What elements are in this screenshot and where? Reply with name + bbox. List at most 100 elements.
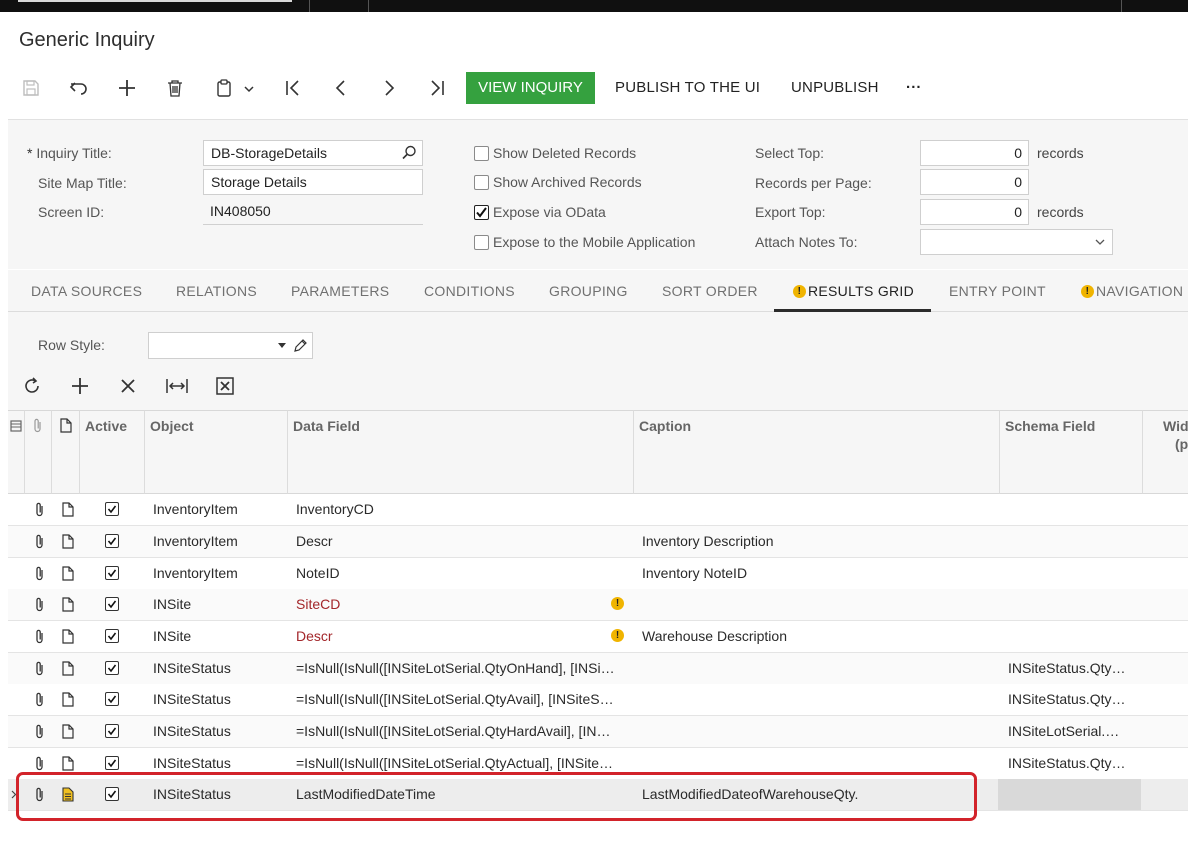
grid-header-object[interactable]: Object bbox=[144, 410, 287, 494]
row-style-select[interactable] bbox=[148, 332, 313, 359]
caption-cell[interactable] bbox=[642, 684, 992, 715]
paperclip-icon[interactable] bbox=[34, 597, 46, 612]
paperclip-icon[interactable] bbox=[34, 661, 46, 676]
expose-mobile-checkbox[interactable] bbox=[474, 235, 489, 250]
schema-field-cell[interactable] bbox=[1008, 621, 1136, 652]
object-cell[interactable]: InventoryItem bbox=[153, 558, 283, 589]
schema-field-cell[interactable] bbox=[1008, 526, 1136, 557]
paperclip-icon[interactable] bbox=[34, 502, 46, 517]
select-top-field[interactable]: 0 bbox=[920, 140, 1029, 166]
tab-data-sources[interactable]: DATA SOURCES bbox=[31, 270, 142, 312]
previous-record-icon[interactable] bbox=[330, 72, 352, 104]
active-checkbox[interactable] bbox=[105, 534, 119, 548]
caption-cell[interactable]: Inventory NoteID bbox=[642, 558, 992, 589]
caption-cell[interactable]: Warehouse Description bbox=[642, 621, 992, 652]
note-icon[interactable] bbox=[62, 756, 74, 771]
grid-header-caption[interactable]: Caption bbox=[633, 410, 999, 494]
tab-results-grid[interactable]: ! RESULTS GRID bbox=[774, 270, 931, 312]
object-cell[interactable]: InventoryItem bbox=[153, 494, 283, 525]
paperclip-icon[interactable] bbox=[34, 692, 46, 707]
table-row[interactable]: InventoryItem InventoryCD bbox=[8, 494, 1188, 526]
add-row-icon[interactable] bbox=[68, 374, 92, 398]
table-row[interactable]: INSiteStatus =IsNull(IsNull([INSiteLotSer… bbox=[8, 653, 1188, 685]
data-field-cell[interactable]: NoteID bbox=[296, 558, 626, 589]
note-icon[interactable] bbox=[62, 692, 74, 707]
show-deleted-checkbox[interactable] bbox=[474, 146, 489, 161]
note-icon[interactable] bbox=[62, 566, 74, 581]
tab-navigation[interactable]: ! NAVIGATION bbox=[1081, 270, 1183, 312]
inquiry-title-field[interactable]: DB-StorageDetails bbox=[203, 140, 423, 166]
data-field-cell[interactable]: InventoryCD bbox=[296, 494, 626, 525]
schema-field-cell[interactable] bbox=[1008, 558, 1136, 589]
first-record-icon[interactable] bbox=[282, 72, 304, 104]
schema-field-cell[interactable] bbox=[1008, 779, 1136, 810]
table-row[interactable]: INSite SiteCD! bbox=[8, 589, 1188, 621]
grid-header-width[interactable]: Widt (p bbox=[1142, 410, 1188, 494]
caption-cell[interactable] bbox=[642, 653, 992, 684]
next-record-icon[interactable] bbox=[378, 72, 400, 104]
note-icon[interactable] bbox=[62, 629, 74, 644]
active-checkbox[interactable] bbox=[105, 566, 119, 580]
note-icon[interactable] bbox=[62, 534, 74, 549]
object-cell[interactable]: INSiteStatus bbox=[153, 653, 283, 684]
more-options-icon[interactable]: ··· bbox=[906, 72, 922, 104]
tab-parameters[interactable]: PARAMETERS bbox=[291, 270, 389, 312]
table-row[interactable]: INSite Descr! Warehouse Description bbox=[8, 621, 1188, 653]
export-top-field[interactable]: 0 bbox=[920, 199, 1029, 225]
object-cell[interactable]: InventoryItem bbox=[153, 526, 283, 557]
paperclip-icon[interactable] bbox=[34, 566, 46, 581]
active-checkbox[interactable] bbox=[105, 724, 119, 738]
tab-relations[interactable]: RELATIONS bbox=[176, 270, 257, 312]
object-cell[interactable]: INSiteStatus bbox=[153, 716, 283, 747]
paperclip-icon[interactable] bbox=[34, 724, 46, 739]
site-map-title-field[interactable]: Storage Details bbox=[203, 169, 423, 195]
schema-field-cell[interactable]: INSiteStatus.Qty… bbox=[1008, 748, 1136, 779]
expose-odata-checkbox[interactable] bbox=[474, 205, 489, 220]
data-field-cell[interactable]: =IsNull(IsNull([INSiteLotSerial.QtyAvail… bbox=[296, 684, 626, 715]
object-cell[interactable]: INSite bbox=[153, 589, 283, 620]
data-field-cell[interactable]: =IsNull(IsNull([INSiteLotSerial.QtyOnHan… bbox=[296, 653, 626, 684]
tab-entry-point[interactable]: ENTRY POINT bbox=[949, 270, 1046, 312]
fit-columns-icon[interactable] bbox=[165, 374, 189, 398]
records-per-page-field[interactable]: 0 bbox=[920, 169, 1029, 195]
active-checkbox[interactable] bbox=[105, 661, 119, 675]
table-row[interactable]: INSiteStatus =IsNull(IsNull([INSiteLotSer… bbox=[8, 684, 1188, 716]
caption-cell[interactable]: Inventory Description bbox=[642, 526, 992, 557]
dropdown-arrow-icon[interactable] bbox=[278, 343, 286, 349]
attach-notes-select[interactable] bbox=[920, 229, 1113, 255]
refresh-icon[interactable] bbox=[20, 374, 44, 398]
schema-field-cell[interactable] bbox=[1008, 494, 1136, 525]
caption-cell[interactable] bbox=[642, 494, 992, 525]
paperclip-icon[interactable] bbox=[34, 534, 46, 549]
paperclip-icon[interactable] bbox=[34, 756, 46, 771]
schema-field-cell[interactable]: INSiteStatus.Qty… bbox=[1008, 684, 1136, 715]
add-icon[interactable] bbox=[116, 72, 138, 104]
active-checkbox[interactable] bbox=[105, 629, 119, 643]
publish-to-ui-button[interactable]: PUBLISH TO THE UI bbox=[615, 72, 760, 104]
save-icon[interactable] bbox=[20, 72, 42, 104]
global-search-input[interactable] bbox=[18, 0, 292, 2]
view-inquiry-button[interactable]: VIEW INQUIRY bbox=[466, 72, 595, 104]
grid-header-active[interactable]: Active bbox=[79, 410, 144, 494]
schema-field-cell[interactable]: INSiteLotSerial.… bbox=[1008, 716, 1136, 747]
delete-icon[interactable] bbox=[164, 72, 186, 104]
note-icon[interactable] bbox=[62, 724, 74, 739]
data-field-cell[interactable]: SiteCD bbox=[296, 589, 626, 620]
edit-pencil-icon[interactable] bbox=[293, 338, 308, 353]
data-field-cell[interactable]: Descr bbox=[296, 526, 626, 557]
export-excel-icon[interactable] bbox=[213, 374, 237, 398]
table-row[interactable]: InventoryItem Descr Inventory Description bbox=[8, 526, 1188, 558]
grid-header-data-field[interactable]: Data Field bbox=[287, 410, 633, 494]
caption-cell[interactable] bbox=[642, 716, 992, 747]
clipboard-menu-icon[interactable] bbox=[213, 72, 257, 104]
tab-grouping[interactable]: GROUPING bbox=[549, 270, 628, 312]
last-record-icon[interactable] bbox=[426, 72, 448, 104]
table-row[interactable]: InventoryItem NoteID Inventory NoteID bbox=[8, 558, 1188, 590]
paperclip-icon[interactable] bbox=[34, 629, 46, 644]
schema-field-cell[interactable] bbox=[1008, 589, 1136, 620]
caption-cell[interactable] bbox=[642, 589, 992, 620]
data-field-cell[interactable]: Descr bbox=[296, 621, 626, 652]
note-icon[interactable] bbox=[62, 661, 74, 676]
note-icon[interactable] bbox=[62, 502, 74, 517]
active-checkbox[interactable] bbox=[105, 756, 119, 770]
